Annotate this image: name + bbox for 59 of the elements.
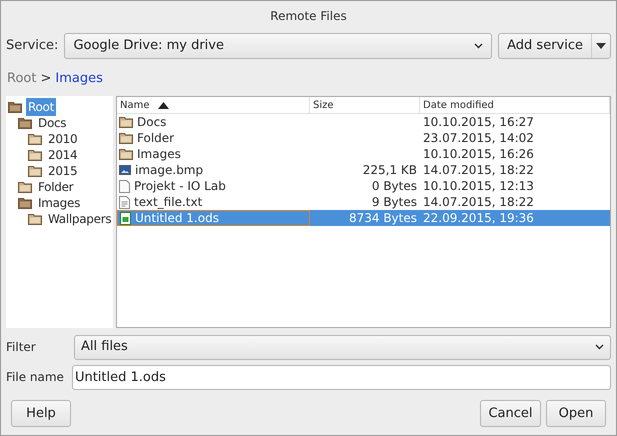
file-size: 8734 Bytes: [348, 211, 417, 225]
filter-dropdown[interactable]: All files: [74, 334, 611, 360]
file-date: 14.07.2015, 18:22: [423, 195, 534, 209]
file-row[interactable]: Docs 10.10.2015, 16:27: [117, 114, 610, 130]
filter-label: Filter: [6, 339, 37, 356]
folder-icon: [119, 116, 133, 128]
file-date: 22.09.2015, 19:36: [423, 211, 534, 225]
breadcrumb-link[interactable]: Root: [7, 69, 36, 89]
service-label: Service:: [6, 37, 58, 56]
window-title: Remote Files: [269, 8, 348, 25]
file-row[interactable]: image.bmp 225,1 KB 14.07.2015, 18:22: [117, 162, 610, 178]
file-size: 9 Bytes: [372, 195, 417, 209]
tree-item[interactable]: Docs: [36, 114, 68, 132]
folder-icon: [119, 148, 133, 160]
file-date: 10.10.2015, 16:26: [423, 147, 534, 161]
add-service-button[interactable]: Add service: [498, 33, 611, 59]
file-name: Images: [137, 146, 181, 163]
tree-item[interactable]: Images: [36, 194, 82, 212]
sort-ascending-icon: [158, 102, 169, 108]
dropdown-arrow-icon: [596, 43, 606, 49]
breadcrumb-separator: >: [40, 70, 52, 88]
document-icon: [119, 180, 130, 192]
breadcrumb-link[interactable]: Images: [55, 69, 103, 89]
file-date: 23.07.2015, 14:02: [423, 131, 534, 145]
file-name: Untitled 1.ods: [135, 210, 219, 227]
file-date: 10.10.2015, 12:13: [423, 179, 534, 193]
tree-item[interactable]: 2014: [46, 146, 80, 164]
file-name: image.bmp: [135, 162, 204, 179]
tree-item[interactable]: Folder: [36, 178, 76, 196]
file-size: 225,1 KB: [362, 163, 417, 177]
file-name: Projekt - IO Lab: [134, 178, 226, 195]
service-dropdown[interactable]: Google Drive: my drive: [64, 33, 492, 59]
tree-item[interactable]: 2015: [46, 162, 80, 180]
tree-item[interactable]: Wallpapers: [46, 210, 114, 228]
file-row[interactable]: Projekt - IO Lab 0 Bytes 10.10.2015, 12:13: [117, 178, 610, 194]
file-size: 0 Bytes: [372, 179, 417, 193]
column-header[interactable]: Name: [120, 98, 150, 112]
file-row[interactable]: text_file.txt 9 Bytes 14.07.2015, 18:22: [117, 194, 610, 210]
chevron-down-icon: [595, 344, 604, 350]
folder-icon: [119, 132, 133, 144]
file-name: text_file.txt: [134, 194, 202, 211]
spreadsheet-file-icon: [120, 212, 131, 224]
help-button[interactable]: Help: [11, 400, 71, 427]
file-name: Docs: [137, 114, 166, 131]
file-name: Folder: [137, 130, 174, 147]
column-header[interactable]: Size: [313, 98, 334, 112]
file-name-field[interactable]: Untitled 1.ods: [72, 364, 611, 390]
file-date: 10.10.2015, 16:27: [423, 115, 534, 129]
column-header[interactable]: Date modified: [423, 98, 494, 112]
open-button[interactable]: Open: [546, 400, 606, 427]
file-row[interactable]: Folder 23.07.2015, 14:02: [117, 130, 610, 146]
file-row[interactable]: Images 10.10.2015, 16:26: [117, 146, 610, 162]
file-date: 14.07.2015, 18:22: [423, 163, 534, 177]
text-file-icon: [119, 196, 130, 208]
chevron-down-icon: [474, 43, 484, 49]
image-file-icon: [119, 164, 131, 176]
file-name-label: File name: [6, 369, 64, 386]
cancel-button[interactable]: Cancel: [480, 400, 541, 427]
tree-item[interactable]: 2010: [46, 130, 80, 148]
